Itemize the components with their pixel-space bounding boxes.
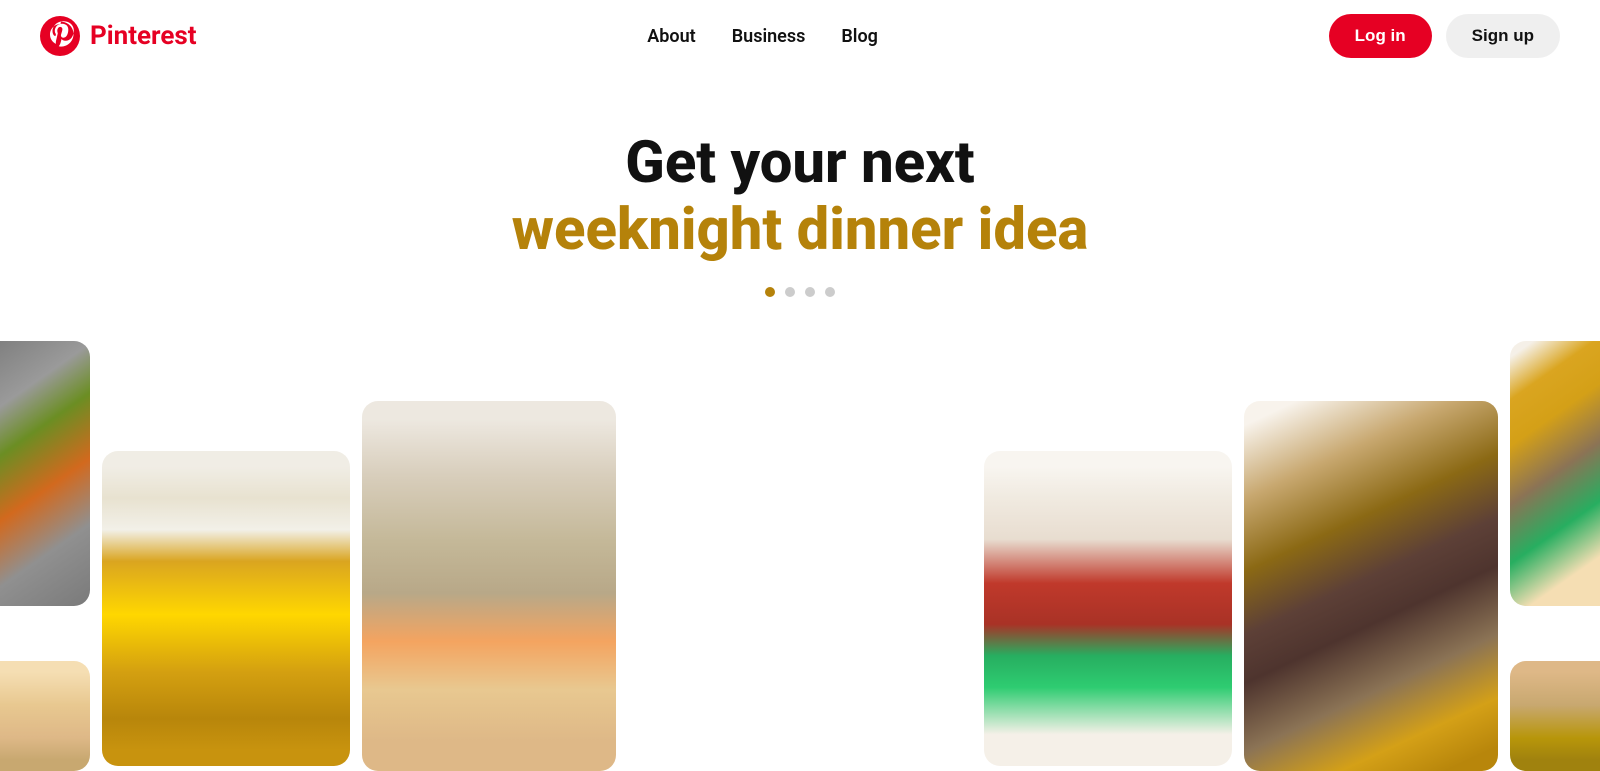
hero-line2: weeknight dinner idea bbox=[0, 196, 1600, 266]
image-right-top bbox=[1510, 341, 1600, 606]
signup-button[interactable]: Sign up bbox=[1446, 14, 1560, 58]
logo[interactable]: Pinterest bbox=[40, 16, 197, 56]
nav-business[interactable]: Business bbox=[732, 26, 806, 47]
image-chicken bbox=[1244, 401, 1498, 771]
navbar: Pinterest About Business Blog Log in Sig… bbox=[0, 0, 1600, 72]
image-right-bottom bbox=[1510, 661, 1600, 771]
pinterest-logo-icon bbox=[40, 16, 80, 56]
hero-section: Get your next weeknight dinner idea bbox=[0, 72, 1600, 327]
page-container: Pinterest About Business Blog Log in Sig… bbox=[0, 0, 1600, 771]
carousel-dots bbox=[0, 287, 1600, 297]
image-row bbox=[0, 341, 1600, 771]
nav-about[interactable]: About bbox=[647, 26, 695, 47]
image-toast bbox=[984, 451, 1232, 766]
login-button[interactable]: Log in bbox=[1329, 14, 1432, 58]
image-cooking bbox=[362, 401, 616, 771]
logo-text: Pinterest bbox=[90, 21, 197, 51]
dot-2[interactable] bbox=[785, 287, 795, 297]
image-drink bbox=[102, 451, 350, 766]
image-left-top bbox=[0, 341, 90, 606]
hero-line1: Get your next bbox=[0, 132, 1600, 196]
nav-blog[interactable]: Blog bbox=[841, 26, 878, 47]
nav-actions: Log in Sign up bbox=[1329, 14, 1560, 58]
dot-1[interactable] bbox=[765, 287, 775, 297]
dot-3[interactable] bbox=[805, 287, 815, 297]
image-left-bottom bbox=[0, 661, 90, 771]
dot-4[interactable] bbox=[825, 287, 835, 297]
nav-links: About Business Blog bbox=[647, 26, 878, 47]
